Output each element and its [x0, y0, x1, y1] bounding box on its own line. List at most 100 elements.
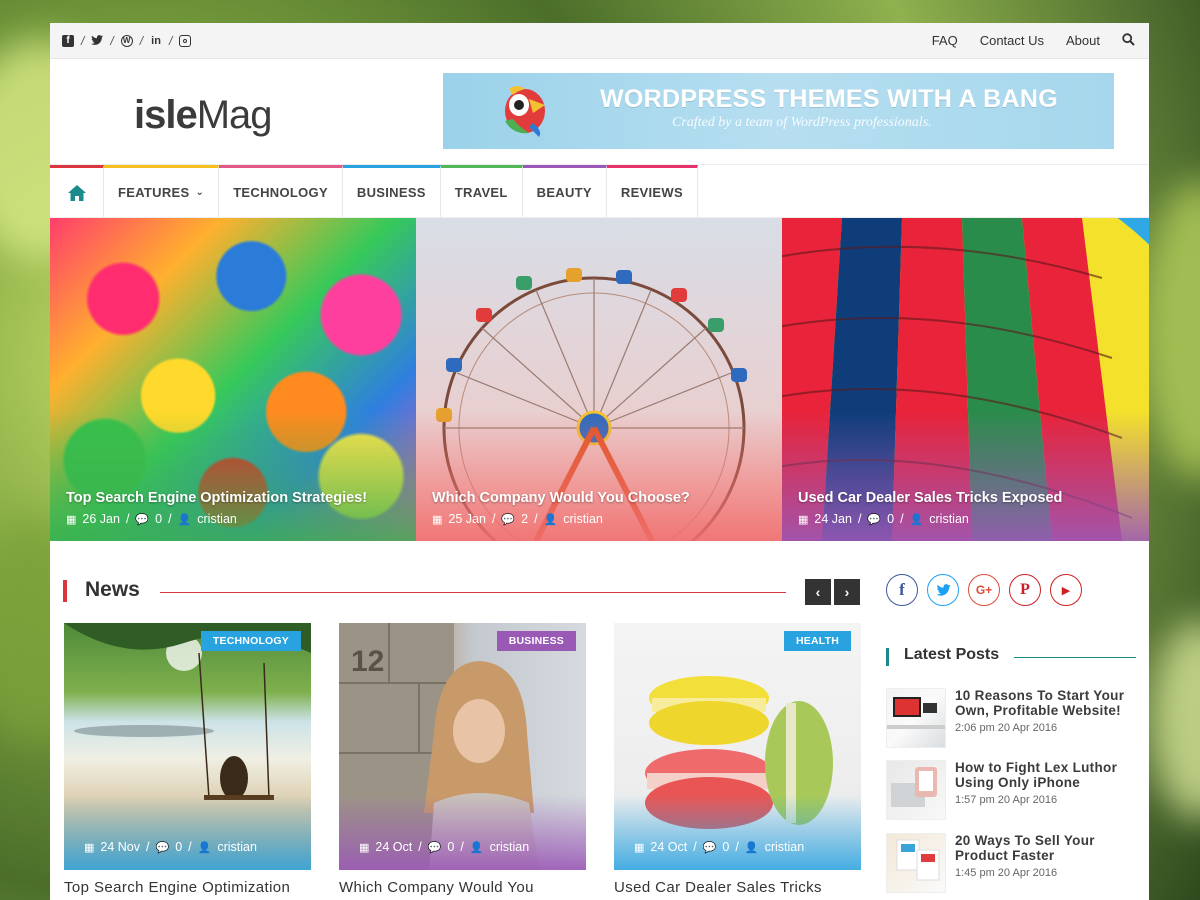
linkedin-icon[interactable]: in: [150, 35, 162, 47]
nav-business[interactable]: BUSINESS: [342, 165, 441, 217]
news-card-title[interactable]: Which Company Would You: [339, 879, 534, 896]
separator: /: [418, 840, 422, 854]
contact-us-link[interactable]: Contact Us: [980, 33, 1044, 48]
heading-accent: [886, 648, 889, 666]
nav-beauty[interactable]: BEAUTY: [522, 165, 607, 217]
prev-arrow-button[interactable]: ‹: [805, 579, 831, 605]
search-icon[interactable]: [1122, 32, 1135, 49]
home-icon: [67, 184, 86, 201]
nav-label: REVIEWS: [620, 185, 683, 200]
latest-posts-header: Latest Posts: [886, 645, 1136, 669]
youtube-icon[interactable]: ▶: [1050, 574, 1082, 606]
post-thumbnail: [886, 833, 946, 893]
category-tag[interactable]: TECHNOLOGY: [200, 631, 301, 651]
latest-post-item[interactable]: 10 Reasons To Start Your Own, Profitable…: [886, 688, 1136, 748]
featured-title[interactable]: Used Car Dealer Sales Tricks Exposed: [798, 490, 1062, 506]
nav-technology[interactable]: TECHNOLOGY: [219, 165, 343, 217]
comments-icon: 💬: [702, 841, 717, 854]
google-plus-icon[interactable]: G+: [968, 574, 1000, 606]
post-author[interactable]: cristian: [490, 840, 530, 854]
facebook-icon[interactable]: f: [886, 574, 918, 606]
news-card-title[interactable]: Used Car Dealer Sales Tricks: [614, 879, 822, 896]
news-card[interactable]: 12 BUSINESS ▦ 24 Oct / 💬 0 / 👤 cristian: [339, 623, 586, 870]
post-overlay: [339, 795, 586, 870]
comment-count[interactable]: 0: [722, 840, 729, 854]
post-meta: ▦ 26 Jan / 💬 0 / 👤 cristian: [66, 512, 237, 526]
brochure-illustration: [896, 839, 940, 881]
user-icon: 👤: [909, 513, 924, 526]
featured-title[interactable]: Top Search Engine Optimization Strategie…: [66, 490, 367, 506]
latest-post-title[interactable]: 20 Ways To Sell Your Product Faster: [955, 833, 1135, 863]
comment-count[interactable]: 2: [521, 512, 528, 526]
post-meta: ▦ 24 Oct / 💬 0 / 👤 cristian: [359, 840, 529, 854]
latest-post-title[interactable]: How to Fight Lex Luthor Using Only iPhon…: [955, 760, 1135, 790]
nav-reviews[interactable]: REVIEWS: [606, 165, 698, 217]
featured-title[interactable]: Which Company Would You Choose?: [432, 490, 690, 506]
about-link[interactable]: About: [1066, 33, 1100, 48]
separator: /: [900, 512, 904, 526]
banner-title: WORDPRESS THEMES WITH A BANG: [600, 85, 1058, 113]
latest-post-title[interactable]: 10 Reasons To Start Your Own, Profitable…: [955, 688, 1135, 718]
separator: /: [146, 840, 150, 854]
post-thumbnail: [886, 688, 946, 748]
category-tag[interactable]: HEALTH: [783, 631, 851, 651]
comments-icon: 💬: [501, 513, 516, 526]
post-author[interactable]: cristian: [563, 512, 603, 526]
parrot-logo-icon: [505, 86, 545, 137]
separator: /: [735, 840, 739, 854]
nav-features[interactable]: FEATURES ⌄: [104, 165, 220, 217]
nav-label: TRAVEL: [454, 185, 508, 200]
twitter-icon[interactable]: [91, 35, 104, 47]
faq-link[interactable]: FAQ: [932, 33, 958, 48]
user-icon: 👤: [543, 513, 558, 526]
latest-post-item[interactable]: 20 Ways To Sell Your Product Faster 1:45…: [886, 833, 1136, 893]
post-thumbnail: [886, 760, 946, 820]
pinterest-icon[interactable]: P: [1009, 574, 1041, 606]
news-card[interactable]: HEALTH ▦ 24 Oct / 💬 0 / 👤 cristian: [614, 623, 861, 870]
featured-post[interactable]: Top Search Engine Optimization Strategie…: [50, 218, 416, 541]
featured-post[interactable]: Which Company Would You Choose? ▦ 25 Jan …: [416, 218, 782, 541]
nav-travel[interactable]: TRAVEL: [440, 165, 523, 217]
user-icon: 👤: [469, 841, 484, 854]
latest-posts-heading: Latest Posts: [904, 646, 1000, 663]
comment-count[interactable]: 0: [155, 512, 162, 526]
post-author[interactable]: cristian: [765, 840, 805, 854]
nav-home[interactable]: [50, 165, 104, 217]
comment-count[interactable]: 0: [447, 840, 454, 854]
calendar-icon: ▦: [84, 841, 95, 854]
post-author[interactable]: cristian: [217, 840, 257, 854]
post-meta: ▦ 24 Oct / 💬 0 / 👤 cristian: [634, 840, 804, 854]
comment-count[interactable]: 0: [175, 840, 182, 854]
twitter-icon[interactable]: [927, 574, 959, 606]
latest-post-item[interactable]: How to Fight Lex Luthor Using Only iPhon…: [886, 760, 1136, 820]
user-icon: 👤: [197, 841, 212, 854]
post-meta: ▦ 25 Jan / 💬 2 / 👤 cristian: [432, 512, 603, 526]
post-author[interactable]: cristian: [929, 512, 969, 526]
separator: /: [168, 512, 172, 526]
main-nav: FEATURES ⌄ TECHNOLOGY BUSINESS TRAVEL BE…: [50, 164, 1149, 218]
wordpress-icon[interactable]: W: [120, 34, 133, 47]
separator: /: [534, 512, 538, 526]
post-date: 26 Jan: [82, 512, 120, 526]
facebook-icon[interactable]: f: [62, 34, 74, 47]
next-arrow-button[interactable]: ›: [834, 579, 860, 605]
calendar-icon: ▦: [359, 841, 370, 854]
comment-count[interactable]: 0: [887, 512, 894, 526]
ad-banner[interactable]: WORDPRESS THEMES WITH A BANG Crafted by …: [443, 73, 1114, 149]
calendar-icon: ▦: [432, 513, 443, 526]
phone-illustration: [891, 767, 937, 807]
news-card-title[interactable]: Top Search Engine Optimization: [64, 879, 290, 896]
desk-illustration: [887, 697, 945, 729]
post-date: 24 Oct: [650, 840, 688, 854]
user-icon: 👤: [744, 841, 759, 854]
user-icon: 👤: [177, 513, 192, 526]
news-card[interactable]: TECHNOLOGY ▦ 24 Nov / 💬 0 / 👤 cristian: [64, 623, 311, 870]
category-tag[interactable]: BUSINESS: [496, 631, 576, 651]
site-logo[interactable]: isleMag: [134, 93, 273, 138]
instagram-icon[interactable]: [179, 34, 192, 47]
post-author[interactable]: cristian: [197, 512, 237, 526]
featured-post[interactable]: Used Car Dealer Sales Tricks Exposed ▦ 24…: [782, 218, 1149, 541]
featured-posts: Top Search Engine Optimization Strategie…: [50, 218, 1149, 541]
calendar-icon: ▦: [634, 841, 645, 854]
calendar-icon: ▦: [798, 513, 809, 526]
